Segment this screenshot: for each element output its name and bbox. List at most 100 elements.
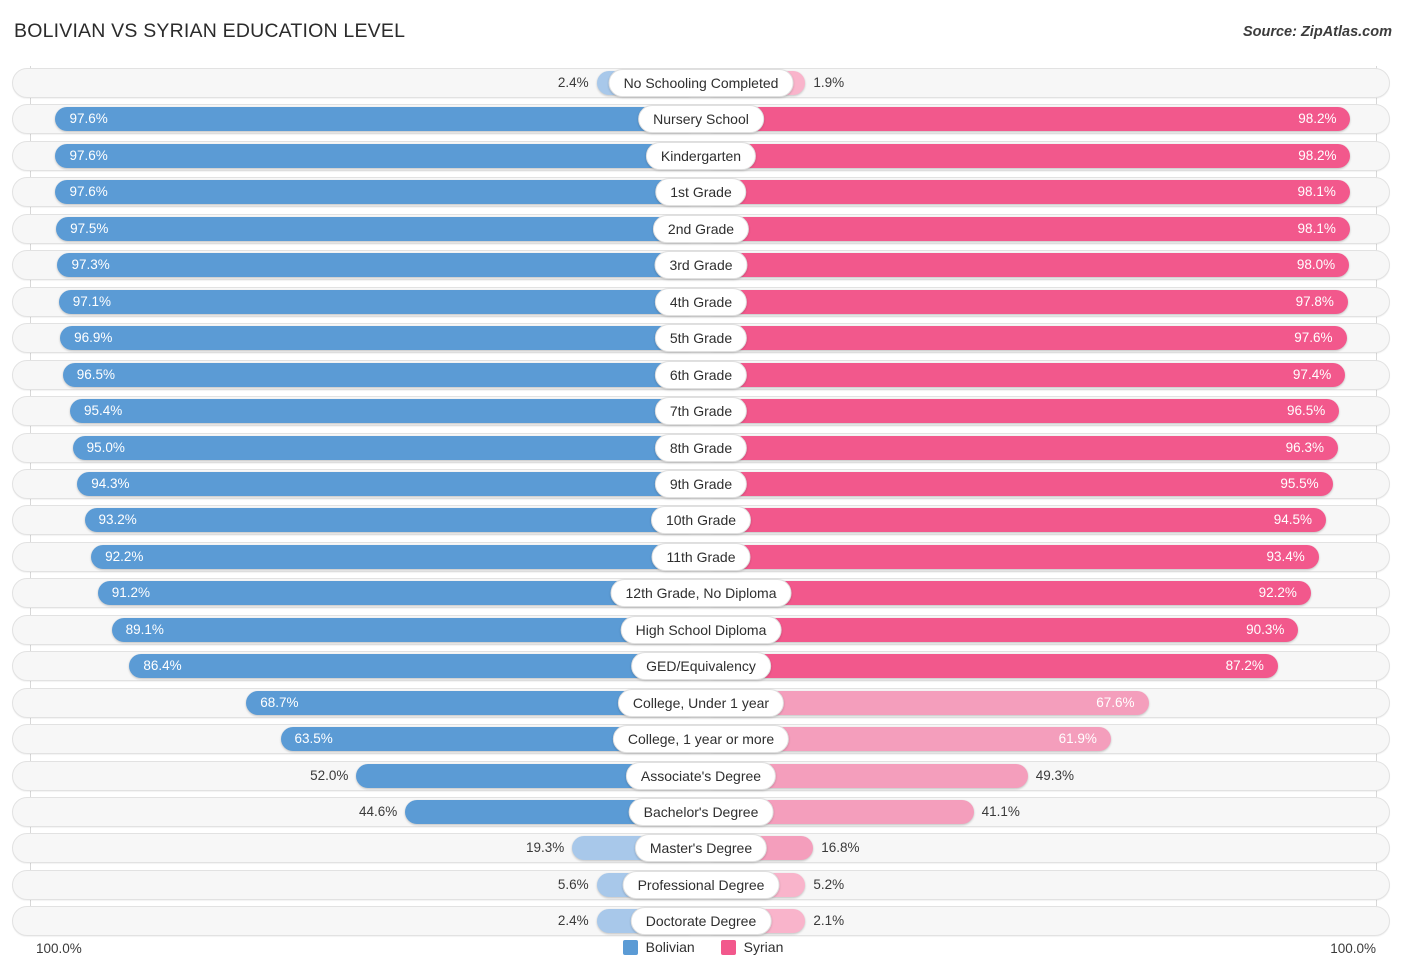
bar-syrian[interactable] <box>702 654 1278 679</box>
bar-syrian[interactable] <box>702 399 1340 424</box>
bar-bolivian[interactable] <box>55 143 700 168</box>
table-row[interactable]: 5.6% 5.2% Professional Degree <box>12 869 1390 900</box>
bar-syrian[interactable] <box>702 362 1346 387</box>
bar-bolivian[interactable] <box>55 180 700 205</box>
bar-syrian[interactable] <box>702 617 1299 642</box>
bar-value-syrian: 5.2% <box>813 876 845 892</box>
bar-value-bolivian: 97.5% <box>70 220 109 236</box>
bar-bolivian[interactable] <box>60 326 700 351</box>
table-row[interactable]: 92.2% 93.4% 11th Grade <box>12 541 1390 572</box>
category-label: College, 1 year or more <box>612 725 790 754</box>
legend-label: Syrian <box>743 939 784 955</box>
bar-syrian[interactable] <box>702 435 1338 460</box>
bar-value-bolivian: 63.5% <box>294 731 333 747</box>
bar-syrian[interactable] <box>702 508 1327 533</box>
table-row[interactable]: 89.1% 90.3% High School Diploma <box>12 614 1390 645</box>
category-label: College, Under 1 year <box>617 688 785 717</box>
bar-value-syrian: 87.2% <box>1225 658 1264 674</box>
bar-syrian[interactable] <box>702 253 1350 278</box>
bar-value-bolivian: 5.6% <box>557 876 589 892</box>
legend-label: Bolivian <box>645 939 695 955</box>
table-row[interactable]: 95.4% 96.5% 7th Grade <box>12 396 1390 427</box>
category-label: 9th Grade <box>654 469 748 498</box>
bar-syrian[interactable] <box>702 471 1333 496</box>
bar-value-bolivian: 97.3% <box>71 257 110 273</box>
chart-legend: Bolivian Syrian <box>0 939 1406 955</box>
bar-syrian[interactable] <box>702 581 1311 606</box>
bar-value-syrian: 1.9% <box>813 75 845 90</box>
bar-syrian[interactable] <box>702 289 1348 314</box>
bar-value-bolivian: 89.1% <box>125 621 164 637</box>
category-label: Doctorate Degree <box>630 907 772 936</box>
table-row[interactable]: 91.2% 92.2% 12th Grade, No Diploma <box>12 578 1390 609</box>
bar-bolivian[interactable] <box>56 216 700 241</box>
bar-bolivian[interactable] <box>57 253 700 278</box>
table-row[interactable]: 19.3% 16.8% Master's Degree <box>12 833 1390 864</box>
table-row[interactable]: 97.6% 98.1% 1st Grade <box>12 177 1390 208</box>
bar-value-syrian: 93.4% <box>1266 548 1305 564</box>
bar-value-bolivian: 97.6% <box>69 184 108 200</box>
table-row[interactable]: 97.6% 98.2% Kindergarten <box>12 140 1390 171</box>
table-row[interactable]: 52.0% 49.3% Associate's Degree <box>12 760 1390 791</box>
bar-value-bolivian: 91.2% <box>111 585 150 601</box>
bar-bolivian[interactable] <box>84 508 700 533</box>
bar-value-bolivian: 97.1% <box>72 293 112 309</box>
category-label: 4th Grade <box>654 287 748 316</box>
bar-syrian[interactable] <box>702 107 1351 132</box>
table-row[interactable]: 86.4% 87.2% GED/Equivalency <box>12 651 1390 682</box>
bar-bolivian[interactable] <box>58 289 700 314</box>
category-label: 5th Grade <box>654 324 748 353</box>
bar-value-syrian: 96.3% <box>1285 439 1324 455</box>
bar-bolivian[interactable] <box>129 654 700 679</box>
bar-value-bolivian: 96.9% <box>74 330 113 346</box>
bar-value-bolivian: 92.2% <box>105 548 144 564</box>
table-row[interactable]: 68.7% 67.6% College, Under 1 year <box>12 687 1390 718</box>
table-row[interactable]: 96.9% 97.6% 5th Grade <box>12 323 1390 354</box>
bar-syrian[interactable] <box>702 326 1347 351</box>
legend-item-syrian[interactable]: Syrian <box>720 939 784 955</box>
category-label: Nursery School <box>638 105 764 134</box>
legend-swatch-icon <box>720 939 736 955</box>
bar-bolivian[interactable] <box>97 581 700 606</box>
table-row[interactable]: 95.0% 96.3% 8th Grade <box>12 432 1390 463</box>
bar-syrian[interactable] <box>702 216 1350 241</box>
bar-value-bolivian: 95.0% <box>86 439 125 455</box>
table-row[interactable]: 44.6% 41.1% Bachelor's Degree <box>12 797 1390 827</box>
category-label: 6th Grade <box>654 360 748 389</box>
category-label: Associate's Degree <box>625 761 777 790</box>
table-row[interactable]: 2.4% 1.9% No Schooling Completed <box>12 68 1390 98</box>
bar-syrian[interactable] <box>702 544 1319 569</box>
table-row[interactable]: 97.3% 98.0% 3rd Grade <box>12 250 1390 281</box>
bar-bolivian[interactable] <box>77 471 700 496</box>
bar-bolivian[interactable] <box>111 617 700 642</box>
table-row[interactable]: 97.1% 97.8% 4th Grade <box>12 286 1390 317</box>
bar-value-bolivian: 93.2% <box>98 512 137 528</box>
bar-value-bolivian: 86.4% <box>143 658 182 674</box>
bar-value-syrian: 49.3% <box>1035 767 1075 783</box>
table-row[interactable]: 93.2% 94.5% 10th Grade <box>12 505 1390 536</box>
table-row[interactable]: 2.4% 2.1% Doctorate Degree <box>12 906 1390 937</box>
table-row[interactable]: 94.3% 95.5% 9th Grade <box>12 468 1390 499</box>
table-row[interactable]: 97.5% 98.1% 2nd Grade <box>12 213 1390 244</box>
chart-plot-area: 2.4% 1.9% No Schooling Completed 97.6% 98.2%… <box>12 66 1390 937</box>
bar-bolivian[interactable] <box>70 399 700 424</box>
bar-syrian[interactable] <box>702 143 1351 168</box>
legend-item-bolivian[interactable]: Bolivian <box>622 939 695 955</box>
bar-value-syrian: 98.1% <box>1297 220 1336 236</box>
table-row[interactable]: 97.6% 98.2% Nursery School <box>12 104 1390 135</box>
table-row[interactable]: 96.5% 97.4% 6th Grade <box>12 359 1390 390</box>
bar-bolivian[interactable] <box>72 435 700 460</box>
bar-value-bolivian: 97.6% <box>69 147 108 163</box>
table-row[interactable]: 63.5% 61.9% College, 1 year or more <box>12 724 1390 755</box>
bar-value-syrian: 92.2% <box>1258 585 1297 601</box>
bar-bolivian[interactable] <box>62 362 700 387</box>
bar-value-syrian: 97.6% <box>1294 330 1333 346</box>
bar-value-syrian: 97.8% <box>1295 293 1334 309</box>
bar-value-syrian: 41.1% <box>981 804 1020 819</box>
bar-syrian[interactable] <box>702 180 1350 205</box>
bar-bolivian[interactable] <box>55 107 700 132</box>
bar-bolivian[interactable] <box>91 544 700 569</box>
bar-value-syrian: 98.0% <box>1296 257 1336 273</box>
bar-value-syrian: 16.8% <box>821 840 860 856</box>
bar-value-bolivian: 44.6% <box>358 804 398 819</box>
